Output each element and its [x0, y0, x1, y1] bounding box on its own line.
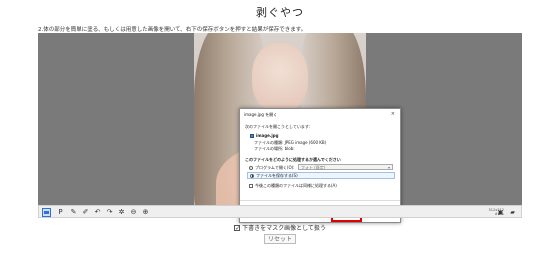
settings-icon[interactable]: ✲ — [117, 208, 126, 217]
file-row: image.jpg — [250, 133, 278, 138]
app-select-value: フォト (既定) — [301, 165, 326, 170]
chevron-down-icon: ▾ — [387, 165, 390, 170]
file-location: ファイルの場所: blob: — [254, 146, 295, 151]
dialog-opening-label: 次のファイルを開こうとしています: — [245, 124, 311, 129]
eraser-icon[interactable]: ✐ — [81, 208, 90, 217]
file-name: image.jpg — [256, 133, 279, 138]
pen-icon[interactable]: P — [56, 208, 65, 217]
reset-button[interactable]: リセット — [264, 234, 296, 244]
remember-label: 今後この種類のファイルは同様に処理する(A) — [255, 183, 337, 188]
remember-checkbox-row[interactable]: 今後この種類のファイルは同様に処理する(A) — [249, 183, 337, 189]
file-icon — [250, 133, 254, 138]
close-icon[interactable]: × — [391, 111, 395, 117]
dialog-question: このファイルをどのように処理するか選んでください — [245, 157, 341, 162]
radio-circle[interactable] — [249, 166, 253, 170]
image-editor-canvas[interactable]: image.jpg を開く × 次のファイルを開こうとしています: image.… — [38, 33, 522, 223]
zoom-out-icon[interactable]: ⊖ — [129, 208, 138, 217]
open-with-label: プログラムで開く(O): — [255, 165, 295, 170]
save-file-label: ファイルを保存する(S) — [256, 172, 298, 178]
image-icon[interactable]: ▣ — [496, 208, 505, 217]
save-icon[interactable]: ▰ — [508, 208, 517, 217]
image-face — [252, 43, 308, 113]
brush-icon[interactable]: ✎ — [69, 208, 78, 217]
mask-option-row[interactable]: ✓ 下書きをマスク画像として扱う — [0, 223, 560, 232]
editor-toolbar: P ✎ ✐ ↶ ↷ ✲ ⊖ ⊕ 512x512 ##% ▣ ▰ — [38, 205, 522, 218]
mask-checkbox[interactable]: ✓ — [234, 224, 240, 231]
rect-select-icon[interactable] — [42, 208, 51, 217]
remember-checkbox[interactable] — [249, 184, 253, 188]
dialog-divider — [240, 200, 400, 201]
radio-circle-selected[interactable] — [250, 173, 254, 178]
dialog-title: image.jpg を開く — [244, 112, 278, 117]
app-select[interactable]: フォト (既定) ▾ — [298, 164, 393, 170]
open-with-radio[interactable]: プログラムで開く(O): — [249, 165, 295, 171]
instruction-text: 2.体の部分を簡単に塗る、もしくは用意した画像を開いて、右下の保存ボタンを押すと… — [38, 27, 307, 33]
save-file-radio[interactable]: ファイルを保存する(S) — [247, 172, 395, 179]
undo-icon[interactable]: ↶ — [93, 208, 102, 217]
page-title: 剥ぐやつ — [256, 6, 304, 19]
redo-icon[interactable]: ↷ — [105, 208, 114, 217]
zoom-in-icon[interactable]: ⊕ — [141, 208, 150, 217]
mask-label: 下書きをマスク画像として扱う — [242, 225, 326, 232]
